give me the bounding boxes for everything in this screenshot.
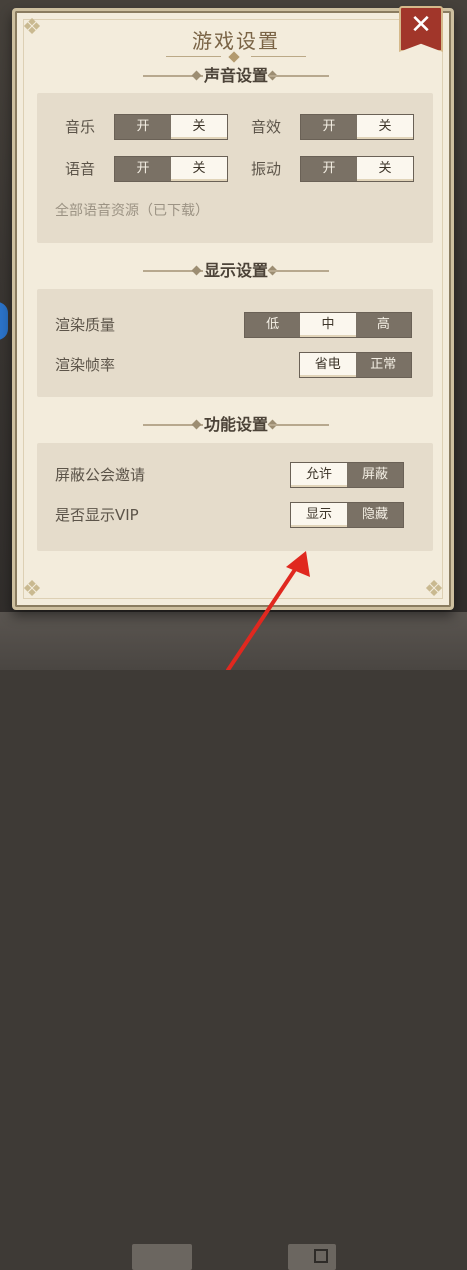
music-on-option[interactable]: 开 (115, 115, 171, 139)
corner-ornament-icon: ❖ (424, 577, 444, 602)
background-button (132, 1244, 192, 1270)
sound-effects-on-option[interactable]: 开 (301, 115, 357, 139)
voice-resource-status[interactable]: 全部语音资源（已下载） (55, 201, 209, 221)
sound-settings-box: 音乐 开 关 音效 开 关 语音 开 关 振动 开 关 全部语音资源（已下载） (37, 93, 433, 243)
sound-effects-toggle: 开 关 (300, 114, 414, 140)
voice-label: 语音 (65, 160, 96, 178)
guild-invite-allow-option[interactable]: 允许 (291, 463, 347, 487)
framerate-power-save-option[interactable]: 省电 (300, 353, 356, 377)
section-heading-sound: 声音设置 (15, 66, 457, 86)
quality-low-option[interactable]: 低 (245, 313, 300, 337)
title-ornament (166, 51, 306, 63)
section-title: 声音设置 (203, 66, 268, 85)
settings-dialog: ❖ ❖ ❖ 游戏设置 声音设置 音乐 开 关 音效 开 关 语音 开 关 振动 … (12, 8, 454, 610)
checkbox-icon (314, 1249, 328, 1263)
vip-show-option[interactable]: 显示 (291, 503, 347, 527)
show-vip-label: 是否显示VIP (55, 506, 139, 524)
framerate-normal-option[interactable]: 正常 (356, 353, 412, 377)
voice-on-option[interactable]: 开 (115, 157, 171, 181)
display-settings-box: 渲染质量 低 中 高 渲染帧率 省电 正常 (37, 289, 433, 397)
voice-off-option[interactable]: 关 (171, 157, 227, 181)
vibration-toggle: 开 关 (300, 156, 414, 182)
render-quality-selector: 低 中 高 (244, 312, 412, 338)
sound-effects-label: 音效 (251, 118, 282, 136)
render-quality-label: 渲染质量 (55, 316, 116, 334)
sound-effects-off-option[interactable]: 关 (357, 115, 413, 139)
guild-invite-label: 屏蔽公会邀请 (55, 466, 146, 484)
section-heading-display: 显示设置 (15, 261, 457, 281)
vibration-off-option[interactable]: 关 (357, 157, 413, 181)
show-vip-toggle: 显示 隐藏 (290, 502, 404, 528)
guild-invite-toggle: 允许 屏蔽 (290, 462, 404, 488)
corner-ornament-icon: ❖ (22, 577, 42, 602)
render-framerate-selector: 省电 正常 (299, 352, 412, 378)
dialog-title: 游戏设置 (192, 29, 280, 53)
render-framerate-label: 渲染帧率 (55, 356, 116, 374)
annotation-arrow-icon (226, 551, 310, 670)
music-label: 音乐 (65, 118, 96, 136)
section-heading-function: 功能设置 (15, 415, 457, 435)
music-toggle: 开 关 (114, 114, 228, 140)
section-title: 功能设置 (203, 415, 268, 434)
close-icon: ✕ (410, 10, 432, 40)
quality-medium-option[interactable]: 中 (300, 313, 356, 337)
quality-high-option[interactable]: 高 (356, 313, 411, 337)
background-checkbox-button (288, 1244, 336, 1270)
vibration-on-option[interactable]: 开 (301, 157, 357, 181)
section-title: 显示设置 (203, 261, 268, 280)
vibration-label: 振动 (251, 160, 282, 178)
voice-toggle: 开 关 (114, 156, 228, 182)
function-settings-box: 屏蔽公会邀请 允许 屏蔽 是否显示VIP 显示 隐藏 (37, 443, 433, 551)
guild-invite-block-option[interactable]: 屏蔽 (347, 463, 403, 487)
vip-hide-option[interactable]: 隐藏 (347, 503, 403, 527)
music-off-option[interactable]: 关 (171, 115, 227, 139)
